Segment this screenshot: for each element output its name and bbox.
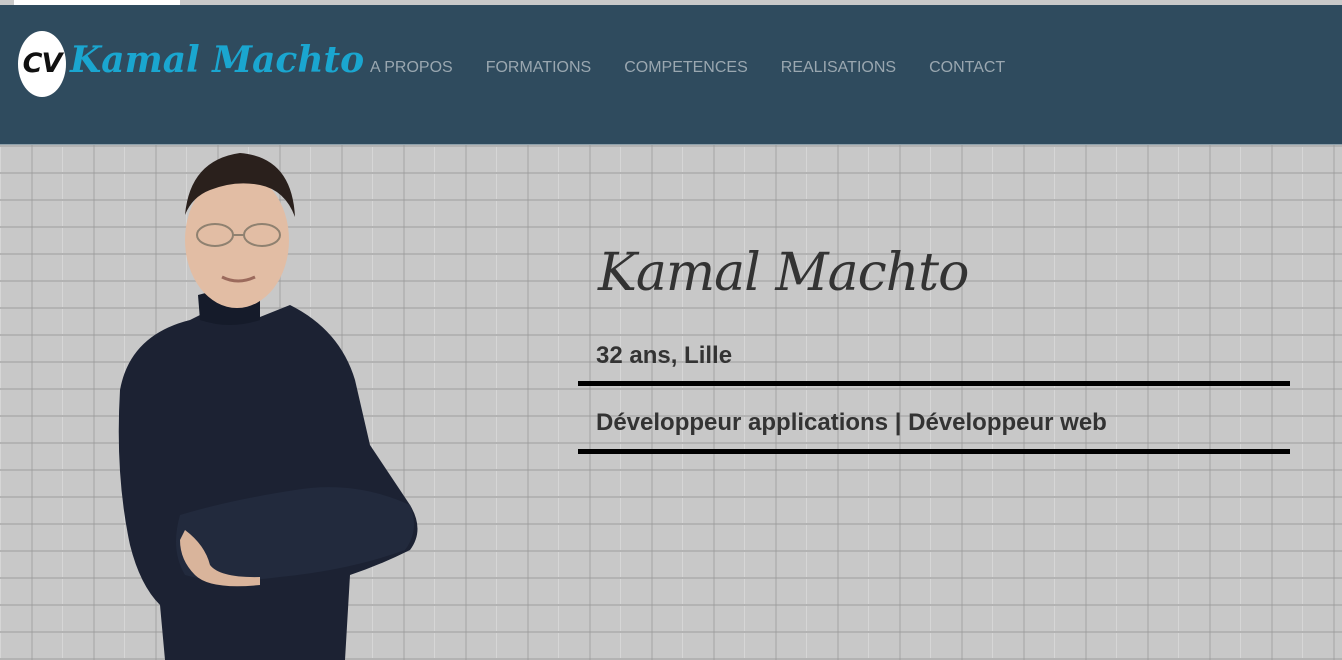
- nav-link-a-propos[interactable]: A PROPOS: [370, 59, 453, 77]
- site-logo[interactable]: CV Kamal Machto: [18, 27, 364, 99]
- divider-1: [578, 381, 1290, 386]
- hero-age-city: 32 ans, Lille: [596, 342, 733, 369]
- profile-photo: [118, 153, 418, 660]
- hero-name: Kamal Machto: [598, 243, 969, 303]
- nav-link-realisations[interactable]: REALISATIONS: [781, 59, 896, 77]
- logo-name: Kamal Machto: [70, 39, 365, 81]
- cv-badge-icon: CV: [18, 31, 66, 97]
- divider-2: [578, 449, 1290, 454]
- hero-job-title: Développeur applications | Développeur w…: [596, 409, 1107, 436]
- site-header: CV Kamal Machto A PROPOS FORMATIONS COMP…: [0, 5, 1342, 145]
- hero-section: Kamal Machto 32 ans, Lille Développeur a…: [0, 145, 1342, 660]
- nav-link-competences[interactable]: COMPETENCES: [624, 59, 748, 77]
- main-nav: A PROPOS FORMATIONS COMPETENCES REALISAT…: [370, 59, 1038, 77]
- nav-link-formations[interactable]: FORMATIONS: [486, 59, 591, 77]
- nav-link-contact[interactable]: CONTACT: [929, 59, 1005, 77]
